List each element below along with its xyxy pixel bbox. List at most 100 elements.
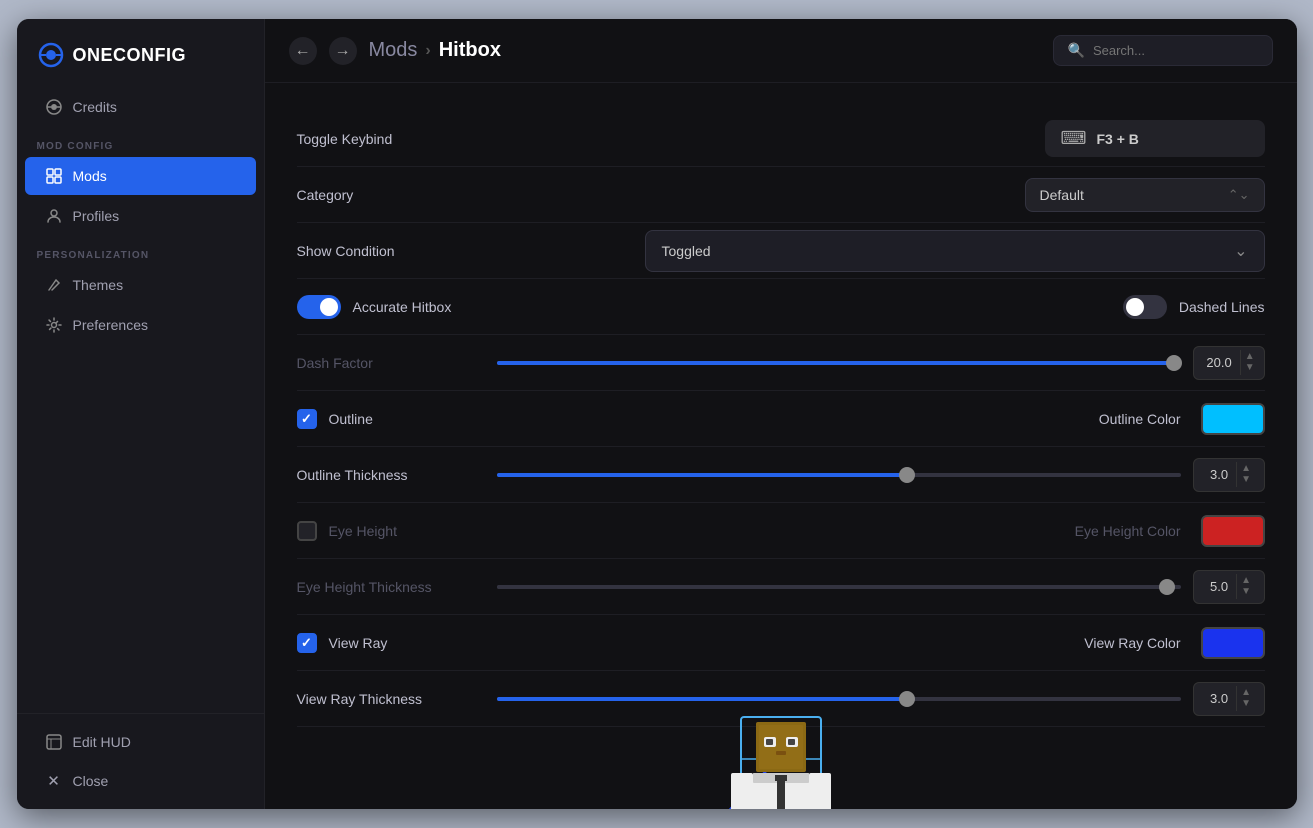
outline-thickness-label: Outline Thickness	[297, 467, 497, 483]
eye-height-checkbox[interactable]	[297, 521, 317, 541]
credits-label: Credits	[73, 99, 117, 115]
category-row: Category Default ⌃⌄	[297, 167, 1265, 223]
eye-height-color-label: Eye Height Color	[1075, 523, 1181, 539]
eye-height-thickness-value-box: 5.0 ▲ ▼	[1193, 570, 1265, 604]
eye-height-thickness-value: 5.0	[1202, 579, 1236, 594]
eye-height-thickness-track[interactable]	[497, 585, 1181, 589]
category-dropdown[interactable]: Default ⌃⌄	[1025, 178, 1265, 212]
mc-preview-svg	[681, 687, 881, 809]
eye-height-thickness-fill	[497, 585, 1167, 589]
sidebar-item-close[interactable]: ✕ Close	[25, 762, 256, 800]
logo-text: ONECONFIG	[73, 45, 187, 66]
logo-icon	[37, 41, 65, 69]
credits-icon	[45, 98, 63, 116]
sidebar-item-profiles[interactable]: Profiles	[25, 197, 256, 235]
accurate-hitbox-label: Accurate Hitbox	[353, 299, 452, 315]
eye-height-thickness-arrows: ▲ ▼	[1236, 574, 1255, 599]
eye-height-thickness-up-arrow[interactable]: ▲	[1241, 576, 1251, 586]
category-label: Category	[297, 187, 497, 203]
dash-factor-slider-row: 20.0 ▲ ▼	[497, 346, 1265, 380]
view-ray-thickness-thumb[interactable]	[899, 691, 915, 707]
outline-pair: Outline	[297, 409, 781, 429]
view-ray-thickness-down-arrow[interactable]: ▼	[1241, 699, 1251, 709]
dashed-lines-toggle[interactable]	[1123, 295, 1167, 319]
dash-factor-up-arrow[interactable]: ▲	[1245, 352, 1255, 362]
chevron-down-icon-2: ⌄	[1234, 241, 1247, 261]
app-window: ONECONFIG Credits MOD CONFIG	[17, 19, 1297, 809]
breadcrumb: Mods › Hitbox	[369, 39, 501, 62]
search-input[interactable]	[1093, 43, 1258, 58]
view-ray-color-swatch[interactable]	[1201, 627, 1265, 659]
accurate-hitbox-toggle[interactable]	[297, 295, 341, 319]
view-ray-checkbox[interactable]	[297, 633, 317, 653]
sidebar-item-mods[interactable]: Mods	[25, 157, 256, 195]
topbar: ← → Mods › Hitbox 🔍	[265, 19, 1297, 83]
eye-height-color-swatch[interactable]	[1201, 515, 1265, 547]
outline-color-swatch[interactable]	[1201, 403, 1265, 435]
outline-thickness-row: Outline Thickness 3.0 ▲ ▼	[297, 447, 1265, 503]
view-ray-label: View Ray	[329, 635, 388, 651]
show-condition-value: Toggled	[662, 243, 711, 259]
outline-color-label: Outline Color	[1099, 411, 1181, 427]
breadcrumb-current: Hitbox	[439, 39, 501, 62]
sidebar-item-preferences[interactable]: Preferences	[25, 306, 256, 344]
dash-factor-arrows: ▲ ▼	[1240, 350, 1259, 375]
outline-thickness-control: 3.0 ▲ ▼	[497, 458, 1265, 492]
view-ray-thickness-slider-row: 3.0 ▲ ▼	[497, 682, 1265, 716]
breadcrumb-parent[interactable]: Mods	[369, 39, 418, 62]
profiles-label: Profiles	[73, 208, 120, 224]
eye-height-color-pair: Eye Height Color	[781, 515, 1265, 547]
eye-height-pair: Eye Height	[297, 521, 781, 541]
search-box[interactable]: 🔍	[1053, 35, 1273, 66]
view-ray-thickness-label: View Ray Thickness	[297, 691, 497, 707]
outline-thickness-value-box: 3.0 ▲ ▼	[1193, 458, 1265, 492]
main: ← → Mods › Hitbox 🔍 Toggle Keybind ⌨ F3 …	[265, 19, 1297, 809]
show-condition-row: Show Condition Toggled ⌄	[297, 223, 1265, 279]
eye-height-thickness-thumb[interactable]	[1159, 579, 1175, 595]
back-button[interactable]: ←	[289, 37, 317, 65]
view-ray-thickness-arrows: ▲ ▼	[1236, 686, 1255, 711]
dash-factor-control: 20.0 ▲ ▼	[497, 346, 1265, 380]
keybind-box[interactable]: ⌨ F3 + B	[1045, 120, 1265, 157]
eye-height-label: Eye Height	[329, 523, 397, 539]
sidebar-item-edit-hud[interactable]: Edit HUD	[25, 723, 256, 761]
outline-thickness-thumb[interactable]	[899, 467, 915, 483]
dash-factor-track[interactable]	[497, 361, 1181, 365]
eye-height-thickness-down-arrow[interactable]: ▼	[1241, 587, 1251, 597]
view-ray-thickness-value-box: 3.0 ▲ ▼	[1193, 682, 1265, 716]
show-condition-control: Toggled ⌄	[497, 230, 1265, 272]
view-ray-color-label: View Ray Color	[1084, 635, 1180, 651]
accurate-hitbox-knob	[320, 298, 338, 316]
mods-label: Mods	[73, 168, 107, 184]
outline-checkbox[interactable]	[297, 409, 317, 429]
dash-factor-fill	[497, 361, 1174, 365]
toggle-keybind-control: ⌨ F3 + B	[497, 120, 1265, 157]
themes-label: Themes	[73, 277, 124, 293]
search-icon: 🔍	[1068, 42, 1085, 59]
close-label: Close	[73, 773, 109, 789]
view-ray-row: View Ray View Ray Color	[297, 615, 1265, 671]
sidebar-item-themes[interactable]: Themes	[25, 266, 256, 304]
forward-button[interactable]: →	[329, 37, 357, 65]
dashed-lines-label: Dashed Lines	[1179, 299, 1265, 315]
content: Toggle Keybind ⌨ F3 + B Category Default…	[265, 83, 1297, 809]
dash-factor-thumb[interactable]	[1166, 355, 1182, 371]
mod-config-section: MOD CONFIG	[17, 127, 264, 156]
dash-factor-down-arrow[interactable]: ▼	[1245, 363, 1255, 373]
show-condition-dropdown[interactable]: Toggled ⌄	[645, 230, 1265, 272]
edit-hud-label: Edit HUD	[73, 734, 131, 750]
toggle-keybind-label: Toggle Keybind	[297, 131, 497, 147]
outline-thickness-down-arrow[interactable]: ▼	[1241, 475, 1251, 485]
view-ray-thickness-up-arrow[interactable]: ▲	[1241, 688, 1251, 698]
outline-row: Outline Outline Color	[297, 391, 1265, 447]
dash-factor-row: Dash Factor 20.0 ▲ ▼	[297, 335, 1265, 391]
eye-height-thickness-control: 5.0 ▲ ▼	[497, 570, 1265, 604]
outline-thickness-fill	[497, 473, 907, 477]
sidebar-item-credits[interactable]: Credits	[25, 88, 256, 126]
dashed-lines-knob	[1126, 298, 1144, 316]
outline-thickness-up-arrow[interactable]: ▲	[1241, 464, 1251, 474]
accurate-hitbox-row: Accurate Hitbox Dashed Lines	[297, 279, 1265, 335]
outline-thickness-track[interactable]	[497, 473, 1181, 477]
logo: ONECONFIG	[17, 19, 264, 87]
toggle-keybind-row: Toggle Keybind ⌨ F3 + B	[297, 111, 1265, 167]
